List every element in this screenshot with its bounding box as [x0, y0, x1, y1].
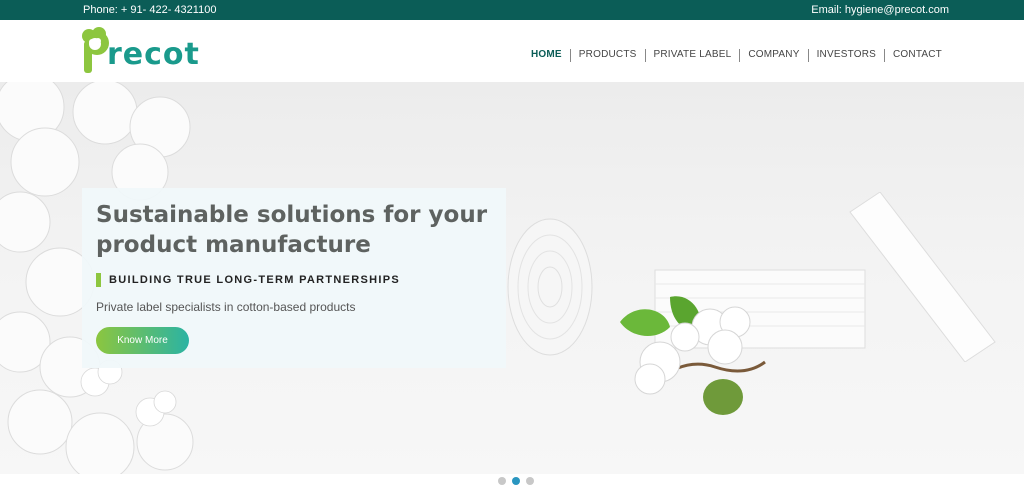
know-more-button[interactable]: Know More: [96, 327, 189, 354]
site-header: recot HOME PRODUCTS PRIVATE LABEL COMPAN…: [0, 20, 1024, 82]
cotton-sheet-image: [849, 192, 996, 362]
logo-text: recot: [107, 37, 200, 72]
top-contact-bar: Phone: + 91- 422- 4321100 Email: hygiene…: [0, 0, 1024, 20]
carousel-dot-2[interactable]: [512, 477, 520, 485]
hero-caption-card: Sustainable solutions for your product m…: [82, 188, 506, 368]
nav-products[interactable]: PRODUCTS: [571, 48, 645, 62]
nav-contact[interactable]: CONTACT: [885, 48, 950, 62]
phone-number[interactable]: Phone: + 91- 422- 4321100: [83, 4, 216, 16]
cotton-roll-image: [507, 218, 593, 356]
cotton-flower-image: [620, 296, 766, 415]
nav-company[interactable]: COMPANY: [740, 48, 807, 62]
email-address[interactable]: Email: hygiene@precot.com: [811, 4, 949, 16]
carousel-indicators: [498, 477, 534, 485]
hero-subtitle: BUILDING TRUE LONG-TERM PARTNERSHIPS: [96, 273, 400, 287]
nav-home[interactable]: HOME: [523, 48, 570, 62]
nav-private-label[interactable]: PRIVATE LABEL: [646, 48, 740, 62]
hero-slider: Sustainable solutions for your product m…: [0, 82, 1024, 474]
carousel-dot-3[interactable]: [526, 477, 534, 485]
main-navigation: HOME PRODUCTS PRIVATE LABEL COMPANY INVE…: [523, 48, 950, 62]
hero-description: Private label specialists in cotton-base…: [96, 300, 356, 314]
nav-investors[interactable]: INVESTORS: [809, 48, 884, 62]
carousel-dot-1[interactable]: [498, 477, 506, 485]
precot-logo[interactable]: recot: [81, 27, 206, 75]
hero-title: Sustainable solutions for your product m…: [96, 202, 488, 258]
